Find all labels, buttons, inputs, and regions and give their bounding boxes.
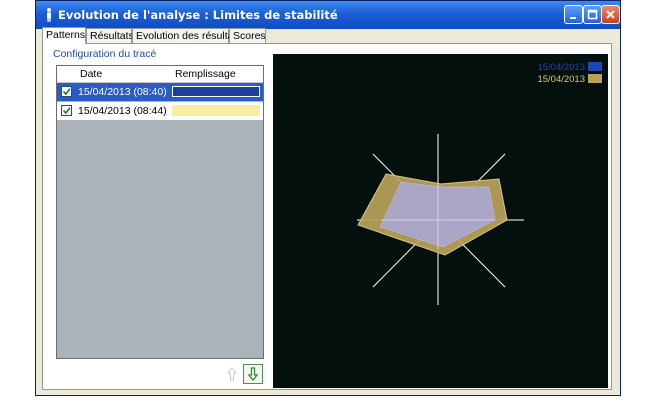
column-fill[interactable]: Remplissage	[175, 68, 236, 80]
config-title: Configuration du tracé	[53, 48, 157, 60]
close-button[interactable]	[601, 5, 620, 24]
app-icon	[47, 8, 51, 22]
checkmark-icon	[62, 88, 71, 96]
list-header: Date Remplissage	[57, 66, 263, 83]
fill-swatch[interactable]	[172, 86, 260, 97]
column-date[interactable]: Date	[80, 68, 102, 80]
minimize-button[interactable]	[564, 5, 583, 24]
title-bar[interactable]: Evolution de l'analyse : Limites de stab…	[36, 1, 620, 29]
legend-swatch	[588, 62, 602, 71]
arrow-down-icon	[247, 367, 259, 382]
list-row[interactable]: 15/04/2013 (08:44)	[57, 102, 263, 120]
radar-plot: 15/04/2013 15/04/2013	[273, 54, 608, 388]
tab-resultats[interactable]: Résultats	[86, 28, 134, 43]
maximize-icon	[587, 9, 598, 20]
plot-config-list: Date Remplissage 15/04/2013 (08:40) 15/0…	[56, 65, 264, 359]
arrow-up-icon[interactable]	[223, 365, 241, 383]
row-checkbox[interactable]	[61, 86, 72, 97]
tab-panel: Configuration du tracé Date Remplissage …	[42, 43, 612, 390]
legend-swatch	[588, 74, 602, 83]
window-title: Evolution de l'analyse : Limites de stab…	[58, 8, 338, 22]
minimize-icon	[570, 17, 576, 19]
app-window: Evolution de l'analyse : Limites de stab…	[35, 0, 621, 396]
checkmark-icon	[62, 107, 71, 115]
row-date: 15/04/2013 (08:44)	[78, 105, 167, 117]
legend-label: 15/04/2013	[537, 74, 585, 85]
fill-swatch[interactable]	[172, 105, 260, 116]
tab-scores[interactable]: Scores	[229, 28, 266, 43]
list-row[interactable]: 15/04/2013 (08:40)	[57, 83, 263, 101]
move-down-button[interactable]	[243, 364, 263, 384]
radar-canvas	[357, 134, 524, 305]
row-date: 15/04/2013 (08:40)	[78, 86, 167, 98]
maximize-button[interactable]	[583, 5, 602, 24]
row-checkbox[interactable]	[61, 105, 72, 116]
legend-label: 15/04/2013	[537, 62, 585, 73]
legend-item: 15/04/2013	[537, 62, 602, 73]
tab-patterns[interactable]: Patterns	[42, 27, 86, 44]
close-icon	[606, 10, 615, 19]
tab-evolution-resultats[interactable]: Evolution des résultats	[132, 28, 242, 43]
legend-item: 15/04/2013	[537, 74, 602, 85]
